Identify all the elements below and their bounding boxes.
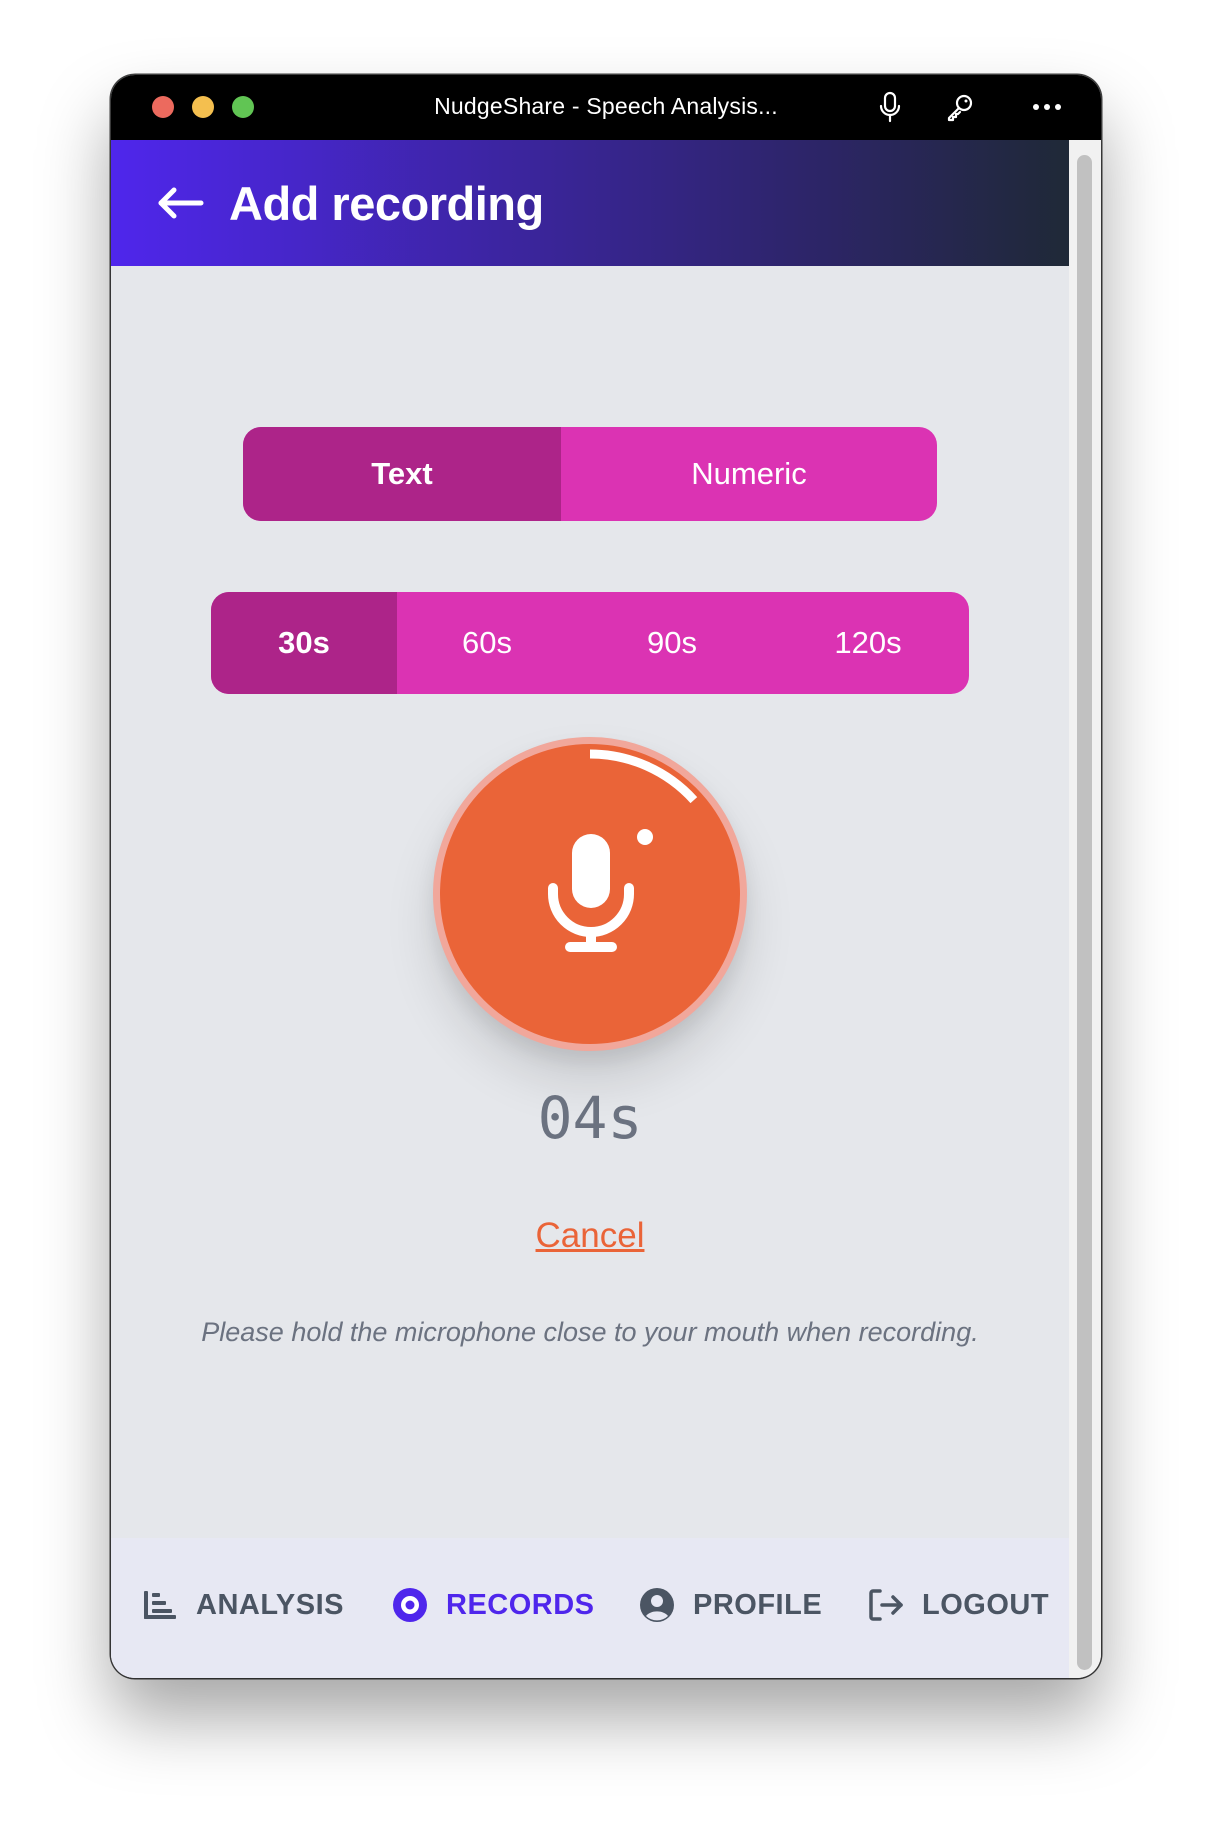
mode-selector: Text Numeric: [243, 427, 937, 521]
recording-hint: Please hold the microphone close to your…: [201, 1317, 979, 1347]
arrow-left-icon: [158, 187, 204, 219]
elapsed-timer: 04s: [537, 1084, 643, 1152]
duration-option-90s[interactable]: 90s: [577, 592, 767, 694]
title-bar: NudgeShare - Speech Analysis...: [111, 75, 1101, 140]
nav-label-analysis: ANALYSIS: [196, 1588, 344, 1621]
user-circle-icon: [637, 1585, 677, 1625]
duration-option-60s[interactable]: 60s: [397, 592, 577, 694]
microphone-permission-icon[interactable]: [872, 89, 908, 125]
bottom-nav: ANALYSIS RECORDS PROFILE LOGOUT: [111, 1538, 1069, 1678]
record-disc-icon: [390, 1585, 430, 1625]
page-title: Add recording: [229, 177, 544, 230]
nav-item-records[interactable]: RECORDS: [390, 1580, 595, 1630]
mode-option-numeric[interactable]: Numeric: [561, 427, 937, 521]
app-header: Add recording: [111, 140, 1069, 266]
more-options-icon[interactable]: [1029, 89, 1065, 125]
bar-chart-icon: [140, 1585, 180, 1625]
nav-item-profile[interactable]: PROFILE: [637, 1580, 822, 1630]
nav-label-records: RECORDS: [446, 1588, 595, 1621]
cancel-container: Cancel: [111, 1216, 1069, 1256]
nav-label-profile: PROFILE: [693, 1588, 823, 1621]
page: NudgeShare - Speech Analysis... Add reco…: [0, 0, 1224, 1848]
mode-option-text[interactable]: Text: [243, 427, 561, 521]
duration-option-120s[interactable]: 120s: [767, 592, 969, 694]
logout-icon: [866, 1585, 906, 1625]
nav-item-logout[interactable]: LOGOUT: [866, 1580, 1049, 1630]
nav-label-logout: LOGOUT: [922, 1588, 1050, 1621]
app-content: Add recording Text Numeric 30s 60s 90s 1…: [111, 140, 1069, 1678]
microphone-icon: [548, 834, 634, 952]
back-button[interactable]: [156, 178, 206, 228]
cancel-link[interactable]: Cancel: [536, 1216, 645, 1255]
duration-option-30s[interactable]: 30s: [211, 592, 397, 694]
scrollbar-thumb[interactable]: [1077, 155, 1092, 1670]
app-window: NudgeShare - Speech Analysis... Add reco…: [111, 75, 1101, 1678]
recording-indicator-dot: [637, 829, 653, 845]
nav-item-analysis[interactable]: ANALYSIS: [140, 1580, 344, 1630]
key-icon[interactable]: [942, 89, 978, 125]
record-button[interactable]: [433, 737, 747, 1051]
duration-selector: 30s 60s 90s 120s: [211, 592, 969, 694]
